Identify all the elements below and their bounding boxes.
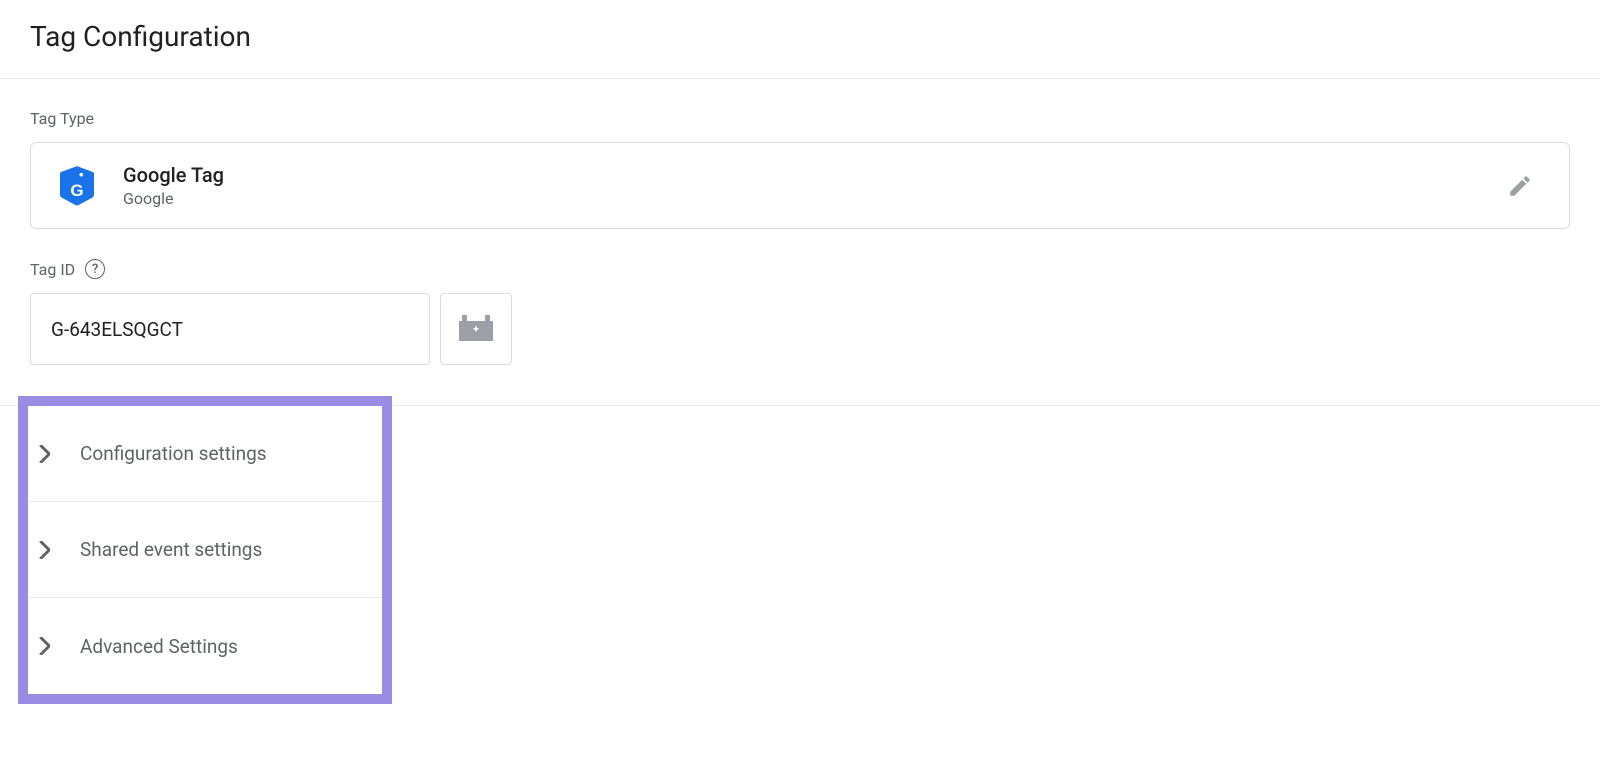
insert-variable-button[interactable] [440, 293, 512, 365]
chevron-right-icon [38, 445, 50, 463]
tag-type-name: Google Tag [123, 163, 224, 187]
advanced-settings-expander[interactable]: Advanced Settings [28, 598, 382, 694]
help-icon[interactable]: ? [85, 259, 105, 279]
settings-expanders: Configuration settings Shared event sett… [0, 405, 1600, 704]
page-title: Tag Configuration [30, 20, 1570, 53]
expander-label: Configuration settings [80, 442, 267, 465]
variable-block-icon [459, 315, 493, 344]
tag-type-card[interactable]: G Google Tag Google [30, 142, 1570, 229]
pencil-icon [1507, 173, 1533, 199]
chevron-right-icon [38, 637, 50, 655]
tag-type-label: Tag Type [30, 109, 1570, 128]
tag-type-section: Tag Type G Google Tag Google [0, 79, 1600, 229]
panel-header: Tag Configuration [0, 0, 1600, 79]
tag-id-section: Tag ID ? [0, 229, 1600, 365]
tag-type-vendor: Google [123, 189, 224, 208]
chevron-right-icon [38, 541, 50, 559]
tag-id-label: Tag ID ? [30, 259, 1570, 279]
expander-label: Shared event settings [80, 538, 262, 561]
svg-text:G: G [70, 180, 83, 199]
shared-event-settings-expander[interactable]: Shared event settings [28, 502, 382, 598]
expander-label: Advanced Settings [80, 635, 238, 658]
tag-id-input[interactable] [30, 293, 430, 365]
configuration-settings-expander[interactable]: Configuration settings [28, 406, 382, 502]
highlight-annotation: Configuration settings Shared event sett… [18, 396, 392, 704]
edit-tag-type-button[interactable] [1499, 165, 1541, 207]
google-tag-icon: G [59, 166, 95, 206]
